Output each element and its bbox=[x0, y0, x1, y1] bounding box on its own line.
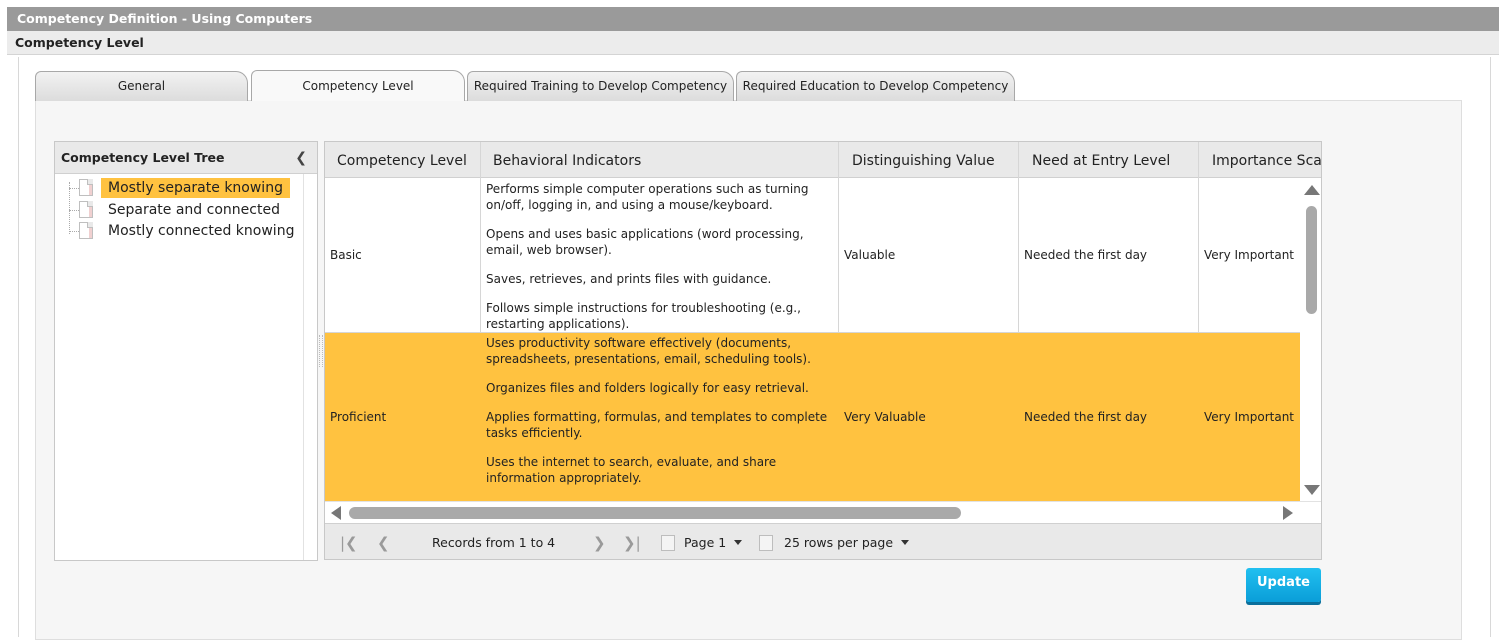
tab-general[interactable]: General bbox=[35, 71, 248, 101]
rows-per-page-selector[interactable]: 25 rows per page bbox=[784, 524, 910, 559]
tab-competency-level[interactable]: Competency Level bbox=[251, 70, 465, 101]
vertical-scrollbar[interactable] bbox=[1301, 178, 1321, 501]
pages-icon bbox=[661, 535, 675, 551]
tree-connector bbox=[69, 182, 70, 234]
cell-value: Needed the first day bbox=[1024, 410, 1148, 424]
pager: |❮ ❮ Records from 1 to 4 ❯ ❯| Page 1 25 … bbox=[325, 523, 1321, 559]
next-page-icon[interactable]: ❯ bbox=[593, 524, 606, 559]
rows-per-page-value: 25 rows per page bbox=[784, 535, 894, 550]
tree-branch-line bbox=[69, 188, 79, 189]
horizontal-scrollbar[interactable] bbox=[325, 501, 1321, 523]
chevron-left-icon[interactable]: ❮ bbox=[295, 142, 307, 174]
cell-competency-level: Proficient bbox=[325, 333, 481, 501]
table-row[interactable]: Basic Performs simple computer operation… bbox=[325, 178, 1300, 333]
indicator-text: Follows simple instructions for troubles… bbox=[486, 301, 801, 331]
cell-importance: Very Important bbox=[1199, 333, 1300, 501]
splitter-handle[interactable] bbox=[319, 335, 323, 367]
table-row-selected[interactable]: Proficient Uses productivity software ef… bbox=[325, 333, 1300, 501]
indicator-text: Performs simple computer operations such… bbox=[486, 182, 809, 212]
indicator-text: Organizes files and folders logically fo… bbox=[486, 381, 809, 395]
indicator-text: Opens and uses basic applications (word … bbox=[486, 227, 804, 257]
cell-need-at-entry: Needed the first day bbox=[1019, 178, 1199, 332]
indicator-list: Performs simple computer operations such… bbox=[486, 181, 836, 345]
indicator-text: Saves, retrieves, and prints files with … bbox=[486, 272, 772, 286]
cell-need-at-entry: Needed the first day bbox=[1019, 333, 1199, 501]
update-button[interactable]: Update bbox=[1246, 568, 1321, 602]
tree-scrollbar[interactable] bbox=[303, 174, 317, 560]
section-title: Competency Level bbox=[7, 31, 1499, 55]
column-header-distinguishing-value[interactable]: Distinguishing Value bbox=[839, 142, 1019, 178]
tree-item-label: Mostly connected knowing bbox=[108, 223, 295, 239]
scroll-down-arrow-icon[interactable] bbox=[1304, 485, 1320, 495]
window-title: Competency Definition - Using Computers bbox=[7, 7, 1499, 31]
column-header-importance-scale[interactable]: Importance Scale bbox=[1199, 142, 1321, 178]
cell-behavioral-indicators: Uses productivity software effectively (… bbox=[481, 333, 839, 501]
indicator-text: Applies formatting, formulas, and templa… bbox=[486, 410, 828, 440]
tree-item-label: Separate and connected bbox=[108, 202, 280, 218]
cell-value: Needed the first day bbox=[1024, 248, 1148, 262]
tree-branch-line bbox=[69, 210, 79, 211]
indicator-text: Uses productivity software effectively (… bbox=[486, 336, 811, 366]
prev-page-icon[interactable]: ❮ bbox=[377, 524, 390, 559]
tree-title: Competency Level Tree bbox=[61, 150, 225, 165]
first-page-icon[interactable]: |❮ bbox=[340, 524, 358, 559]
cell-value: Very Important bbox=[1204, 248, 1294, 262]
vertical-scroll-thumb[interactable] bbox=[1306, 206, 1317, 314]
cell-value: Very Important bbox=[1204, 410, 1294, 424]
cell-behavioral-indicators: Performs simple computer operations such… bbox=[481, 178, 839, 332]
cell-value: Proficient bbox=[330, 410, 387, 424]
document-icon bbox=[79, 201, 93, 218]
chevron-down-icon bbox=[734, 540, 743, 545]
tree-item-label: Mostly separate knowing bbox=[101, 178, 290, 198]
document-icon bbox=[79, 179, 93, 196]
cell-competency-level: Basic bbox=[325, 178, 481, 332]
column-header-competency-level[interactable]: Competency Level bbox=[325, 142, 481, 178]
page-selector-value: Page 1 bbox=[684, 535, 727, 550]
indicator-text: Uses the internet to search, evaluate, a… bbox=[486, 455, 777, 485]
column-header-need-at-entry[interactable]: Need at Entry Level bbox=[1019, 142, 1199, 178]
cell-importance: Very Important bbox=[1199, 178, 1300, 332]
column-header-behavioral-indicators[interactable]: Behavioral Indicators bbox=[481, 142, 839, 178]
competency-level-tree: Competency Level Tree ❮ Mostly separate … bbox=[54, 141, 318, 561]
records-info: Records from 1 to 4 bbox=[432, 535, 556, 550]
tree-header: Competency Level Tree ❮ bbox=[55, 142, 317, 174]
indicator-list: Uses productivity software effectively (… bbox=[486, 335, 836, 499]
chevron-down-icon bbox=[901, 540, 910, 545]
scroll-right-arrow-icon[interactable] bbox=[1283, 506, 1293, 520]
cell-distinguishing-value: Valuable bbox=[839, 178, 1019, 332]
cell-value: Valuable bbox=[844, 248, 896, 262]
last-page-icon[interactable]: ❯| bbox=[623, 524, 641, 559]
scroll-left-arrow-icon[interactable] bbox=[331, 506, 341, 520]
cell-value: Basic bbox=[330, 248, 362, 262]
cell-value: Very Valuable bbox=[844, 410, 926, 424]
tree-branch-line bbox=[69, 231, 79, 232]
tab-required-training[interactable]: Required Training to Develop Competency bbox=[467, 71, 734, 101]
rows-icon bbox=[759, 535, 773, 551]
cell-distinguishing-value: Very Valuable bbox=[839, 333, 1019, 501]
document-icon bbox=[79, 222, 93, 239]
tab-required-education[interactable]: Required Education to Develop Competency bbox=[736, 71, 1015, 101]
page-selector[interactable]: Page 1 bbox=[684, 524, 743, 559]
grid-header: Competency Level Behavioral Indicators D… bbox=[325, 142, 1321, 178]
horizontal-scroll-thumb[interactable] bbox=[349, 507, 961, 519]
scroll-up-arrow-icon[interactable] bbox=[1304, 185, 1320, 195]
competency-grid: Competency Level Behavioral Indicators D… bbox=[324, 141, 1322, 560]
